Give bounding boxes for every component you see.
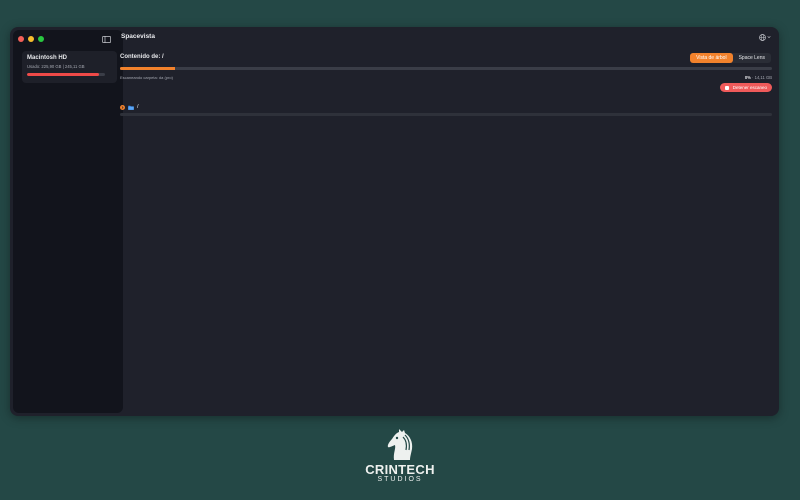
tree-row[interactable]: / <box>120 104 139 110</box>
window-title: Spacevista <box>121 33 155 40</box>
minimize-button[interactable] <box>28 36 34 42</box>
disk-usage-bar <box>27 73 105 76</box>
disk-name: Macintosh HD <box>27 55 68 61</box>
scan-percent: 0% · 14,11 GB <box>744 75 772 80</box>
brand-logo: CRINTECH STUDIOS <box>360 428 440 488</box>
scan-status: Escaneando carpeta: da (pro) <box>120 75 173 80</box>
zoom-button[interactable] <box>38 36 44 42</box>
percent-value: 0% <box>744 75 751 80</box>
disk-usage-fill <box>27 73 99 76</box>
horse-logo-icon <box>387 429 413 460</box>
scan-progress-bar <box>120 67 772 70</box>
tree-item-name: / <box>137 104 139 110</box>
folder-icon <box>128 105 134 110</box>
tab-tree-view[interactable]: Vista de árbol <box>690 53 733 63</box>
scanned-size: 14,11 GB <box>754 75 772 80</box>
language-menu[interactable] <box>759 32 773 42</box>
scan-progress-fill <box>120 67 176 70</box>
chevron-down-icon <box>767 36 771 39</box>
window-controls <box>18 36 44 42</box>
disk-usage-text: Usado: 225,90 GB | 245,11 GB <box>27 64 85 69</box>
app-window: Macintosh HD Usado: 225,90 GB | 245,11 G… <box>10 27 779 416</box>
sidebar: Macintosh HD Usado: 225,90 GB | 245,11 G… <box>13 30 123 413</box>
tree-size-bar <box>120 113 772 116</box>
stop-icon <box>724 85 729 90</box>
brand-name: CRINTECH <box>365 462 435 477</box>
brand-sub: STUDIOS <box>377 476 423 483</box>
close-button[interactable] <box>18 36 24 42</box>
stop-scan-label: Detener escaneo <box>732 85 767 90</box>
view-toggle: Vista de árbol Space Lens <box>690 53 771 63</box>
disk-item-macintosh-hd[interactable]: Macintosh HD Usado: 225,90 GB | 245,11 G… <box>22 51 117 83</box>
stop-scan-button[interactable]: Detener escaneo <box>719 83 772 92</box>
tab-space-lens[interactable]: Space Lens <box>733 53 771 63</box>
chevron-right-icon[interactable] <box>120 104 125 110</box>
globe-icon <box>759 33 766 41</box>
sidebar-toggle-icon[interactable] <box>102 36 111 43</box>
content-path-label: Contenido de: / <box>120 54 164 60</box>
